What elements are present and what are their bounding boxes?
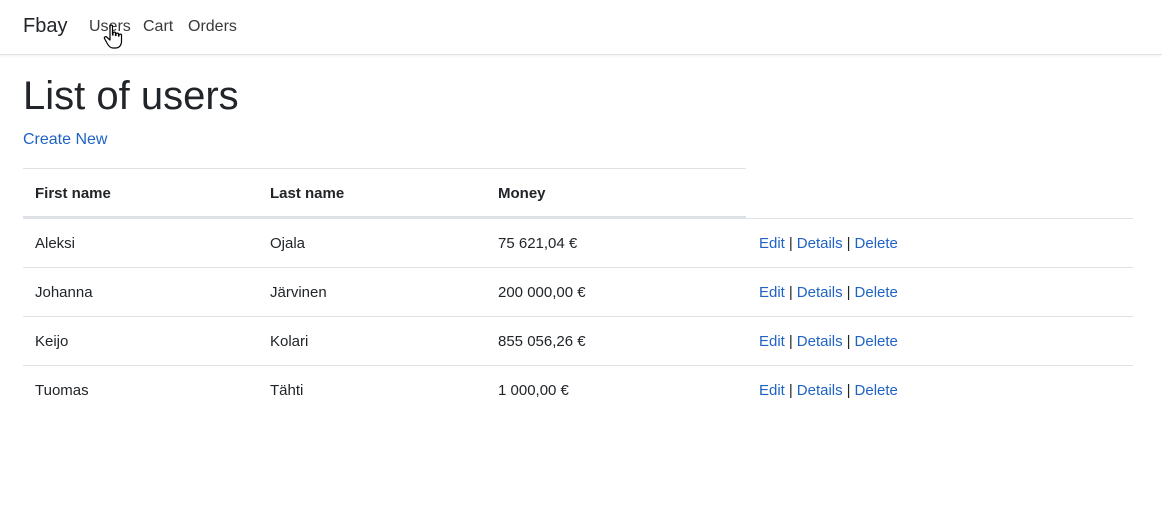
action-separator: | [788, 284, 793, 301]
action-separator: | [788, 382, 793, 399]
details-link[interactable]: Details [797, 284, 843, 301]
table-header-top-border [23, 168, 746, 169]
edit-link[interactable]: Edit [759, 235, 785, 252]
details-link[interactable]: Details [797, 382, 843, 399]
details-link[interactable]: Details [797, 235, 843, 252]
brand-link[interactable]: Fbay [23, 15, 67, 38]
page-title: List of users [23, 74, 239, 118]
column-header-money: Money [498, 185, 546, 202]
cell-first-name: Tuomas [35, 382, 89, 399]
delete-link[interactable]: Delete [855, 333, 898, 350]
column-header-last-name: Last name [270, 185, 345, 202]
column-header-first-name: First name [35, 185, 111, 202]
top-navbar: Fbay Users Cart Orders [0, 0, 1162, 55]
cell-first-name: Johanna [35, 284, 93, 301]
action-separator: | [846, 382, 851, 399]
action-separator: | [788, 333, 793, 350]
row-actions: Edit | Details | Delete [759, 382, 898, 399]
row-divider [23, 218, 1133, 219]
delete-link[interactable]: Delete [855, 382, 898, 399]
cell-money: 1 000,00 € [498, 382, 569, 399]
row-actions: Edit | Details | Delete [759, 284, 898, 301]
create-new-link[interactable]: Create New [23, 131, 107, 149]
cell-first-name: Aleksi [35, 235, 76, 252]
cell-last-name: Tähti [270, 382, 304, 399]
row-actions: Edit | Details | Delete [759, 333, 898, 350]
cell-money: 75 621,04 € [498, 235, 578, 252]
cell-last-name: Järvinen [270, 284, 327, 301]
action-separator: | [846, 235, 851, 252]
row-divider [23, 316, 1133, 317]
row-actions: Edit | Details | Delete [759, 235, 898, 252]
row-divider [23, 267, 1133, 268]
action-separator: | [788, 235, 793, 252]
details-link[interactable]: Details [797, 333, 843, 350]
cell-money: 200 000,00 € [498, 284, 586, 301]
delete-link[interactable]: Delete [855, 235, 898, 252]
cell-last-name: Kolari [270, 333, 309, 350]
nav-orders-link[interactable]: Orders [188, 18, 237, 36]
cell-money: 855 056,26 € [498, 333, 586, 350]
row-divider [23, 365, 1133, 366]
edit-link[interactable]: Edit [759, 333, 785, 350]
action-separator: | [846, 284, 851, 301]
delete-link[interactable]: Delete [855, 284, 898, 301]
cell-last-name: Ojala [270, 235, 306, 252]
hand-pointer-cursor-icon [103, 24, 123, 49]
nav-cart-link[interactable]: Cart [143, 18, 173, 36]
edit-link[interactable]: Edit [759, 382, 785, 399]
edit-link[interactable]: Edit [759, 284, 785, 301]
action-separator: | [846, 333, 851, 350]
cell-first-name: Keijo [35, 333, 69, 350]
